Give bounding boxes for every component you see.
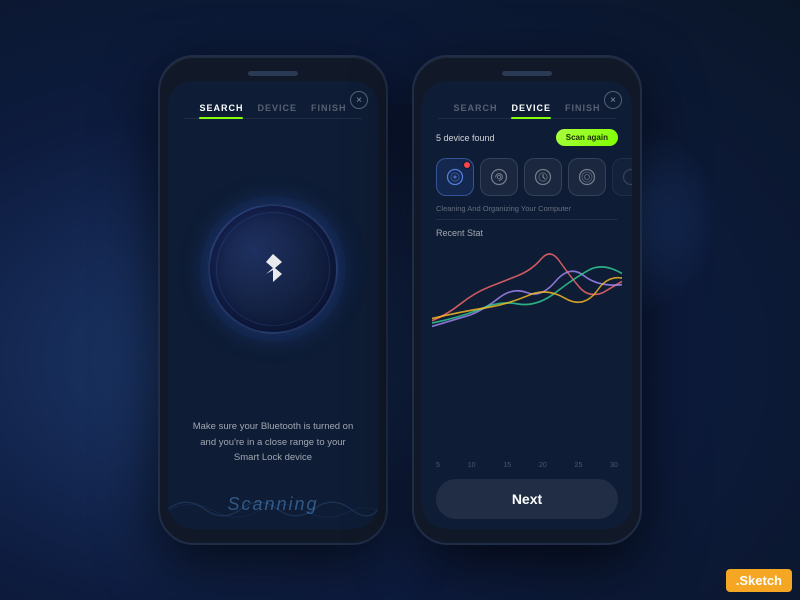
chart-label-3: 15 [503, 462, 511, 469]
tab-search-1[interactable]: SEARCH [199, 103, 243, 119]
device-item-5[interactable] [612, 158, 632, 196]
tab-device-1[interactable]: DEVICE [257, 103, 297, 119]
device-item-2[interactable] [480, 158, 518, 196]
chart-label-5: 25 [575, 462, 583, 469]
phone1-screen: × SEARCH DEVICE FINISH Make sure your Bl… [168, 81, 378, 529]
chart-area [422, 242, 632, 462]
bluetooth-ring[interactable] [208, 204, 338, 334]
phone2-tabs: SEARCH DEVICE FINISH [422, 81, 632, 119]
chart-labels: 5 10 15 20 25 30 [422, 462, 632, 473]
phone1: × SEARCH DEVICE FINISH Make sure your Bl… [158, 55, 388, 545]
phones-container: × SEARCH DEVICE FINISH Make sure your Bl… [158, 55, 642, 545]
bluetooth-area [168, 119, 378, 419]
tab-device-2[interactable]: DEVICE [511, 103, 551, 119]
sketch-badge: .Sketch [726, 569, 792, 592]
tab-finish-1[interactable]: FINISH [311, 103, 347, 119]
devices-row [422, 152, 632, 202]
device-item-3[interactable] [524, 158, 562, 196]
recent-stat-label: Recent Stat [422, 220, 632, 242]
scan-again-button[interactable]: Scan again [556, 129, 618, 146]
device-found-text: 5 device found [436, 133, 495, 143]
tab-finish-2[interactable]: FINISH [565, 103, 601, 119]
tab-search-2[interactable]: SEARCH [453, 103, 497, 119]
device-found-row: 5 device found Scan again [422, 119, 632, 152]
device-item-1[interactable] [436, 158, 474, 196]
chart-svg [432, 242, 622, 332]
chart-label-2: 10 [468, 462, 476, 469]
chart-label-4: 20 [539, 462, 547, 469]
phone1-tabs: SEARCH DEVICE FINISH [168, 81, 378, 119]
phone2: × SEARCH DEVICE FINISH 5 device found Sc… [412, 55, 642, 545]
next-button[interactable]: Next [436, 479, 618, 519]
phone2-screen: × SEARCH DEVICE FINISH 5 device found Sc… [422, 81, 632, 529]
chart-label-1: 5 [436, 462, 440, 469]
close-button-1[interactable]: × [350, 91, 368, 109]
cleaning-text: Cleaning And Organizing Your Computer [422, 202, 632, 219]
scanning-bar: Scanning [168, 479, 378, 529]
bluetooth-icon [255, 248, 291, 290]
scanning-label: Scanning [227, 494, 318, 515]
close-button-2[interactable]: × [604, 91, 622, 109]
chart-label-6: 30 [610, 462, 618, 469]
notification-dot [463, 161, 471, 169]
bluetooth-instruction-text: Make sure your Bluetooth is turned on an… [168, 419, 378, 479]
device-item-4[interactable] [568, 158, 606, 196]
